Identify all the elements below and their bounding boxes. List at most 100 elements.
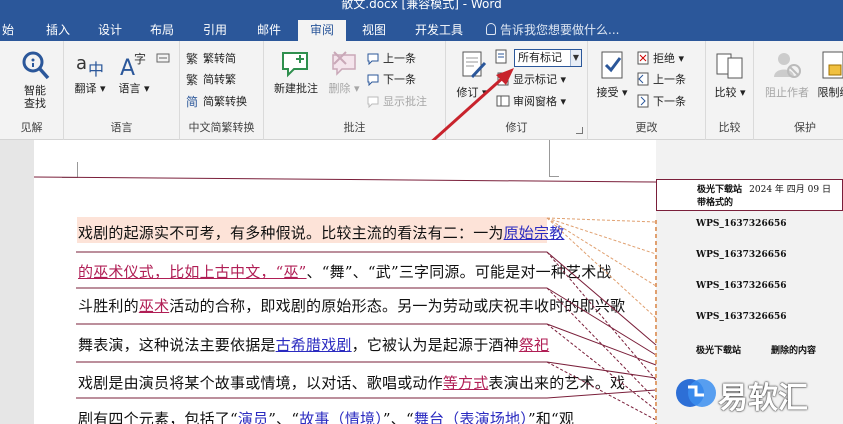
group-language: a中 翻译 ▾ A字 语言 ▾ 语言: [64, 41, 180, 140]
new-comment-label: 新建批注: [274, 82, 318, 95]
restrict-editing-label: 限制编: [817, 86, 843, 99]
word-count-button[interactable]: [156, 51, 173, 67]
smart-lookup-button[interactable]: 智能 查找: [14, 49, 56, 110]
window-title: 散文.docx [兼容模式] - Word: [341, 0, 502, 11]
language-label: 语言: [118, 82, 141, 95]
prev-change-icon: [637, 72, 649, 86]
simp-to-trad-button[interactable]: 繁简转繁: [186, 72, 236, 88]
balloon-author: 极光下载站: [697, 185, 743, 195]
block-authors-button[interactable]: 阻止作者: [760, 49, 814, 99]
tab-mailings[interactable]: 邮件: [248, 20, 290, 41]
keyboard-icon: [156, 53, 170, 63]
svg-text:繁: 繁: [186, 72, 198, 86]
reject-button[interactable]: 拒绝 ▾: [636, 51, 684, 67]
svg-text:中: 中: [88, 60, 104, 79]
revision-balloon[interactable]: WPS_1637326656: [656, 281, 843, 291]
group-chinese-label: 中文简繁转换: [188, 121, 255, 134]
ribbon-tabs: 始 插入 设计 布局 引用 邮件 审阅 视图 开发工具 告诉我您想要做什么...: [0, 20, 843, 41]
group-changes: 接受 ▾ 拒绝 ▾ 上一条 下一条 更改: [588, 41, 706, 140]
group-compare: 比较 ▾ 比较: [706, 41, 754, 140]
balloon-text: 带格式的: [697, 198, 734, 208]
balloon-text: WPS_1637326656: [696, 281, 787, 291]
next-comment-icon: [367, 74, 379, 86]
revision-balloon[interactable]: 极光下载站 删除的内容: [656, 343, 843, 356]
svg-text:a: a: [76, 53, 87, 74]
next-change-label: 下一条: [653, 95, 686, 108]
chevron-down-icon[interactable]: ▼: [570, 50, 581, 66]
tab-view[interactable]: 视图: [352, 20, 396, 41]
convert-button[interactable]: 简简繁转换: [186, 94, 247, 110]
translate-icon: a中: [76, 53, 104, 79]
group-insights-label: 见解: [20, 121, 43, 134]
revision-balloon[interactable]: WPS_1637326656: [656, 219, 843, 229]
svg-text:A: A: [120, 56, 135, 79]
delete-comment-button[interactable]: 删除 ▾: [326, 49, 362, 95]
simp-trad-icon: 繁: [186, 72, 198, 86]
convert-label: 简繁转换: [203, 95, 247, 108]
trad-to-simp-button[interactable]: 繁繁转简: [186, 51, 236, 67]
tell-me-text: 告诉我您想要做什么...: [500, 23, 620, 37]
prev-change-button[interactable]: 上一条: [636, 72, 686, 88]
prev-change-label: 上一条: [653, 73, 686, 86]
smart-lookup-label: 智能 查找: [24, 84, 46, 110]
restrict-editing-button[interactable]: 限制编: [814, 49, 843, 99]
new-comment-icon: [282, 52, 308, 78]
svg-text:繁: 繁: [186, 51, 198, 65]
svg-text:字: 字: [134, 51, 146, 66]
accept-button[interactable]: 接受 ▾: [594, 49, 630, 99]
comment-balloon[interactable]: 极光下载站 2024 年 四月 09 日 带格式的: [656, 179, 843, 211]
new-comment-button[interactable]: 新建批注: [270, 49, 322, 95]
tab-home[interactable]: 始: [0, 20, 20, 41]
convert-icon: 简: [186, 95, 198, 108]
delete-label: 删除: [328, 82, 351, 95]
markup-dropdown-value: 所有标记: [518, 51, 562, 64]
group-language-label: 语言: [110, 121, 133, 134]
accept-label: 接受: [596, 86, 619, 99]
balloon-date: 2024 年 四月 09 日: [749, 185, 831, 195]
translate-button[interactable]: a中 翻译 ▾: [70, 49, 110, 95]
group-changes-label: 更改: [635, 121, 658, 134]
balloon-extra: 删除的内容: [771, 346, 817, 356]
title-bar: 散文.docx [兼容模式] - Word: [0, 0, 843, 20]
group-chinese-conversion: 繁繁转简 繁简转繁 简简繁转换 中文简繁转换: [180, 41, 264, 140]
compare-icon: [716, 53, 743, 79]
tab-design[interactable]: 设计: [88, 20, 132, 41]
balloon-text: WPS_1637326656: [696, 312, 787, 322]
svg-text:简: 简: [186, 95, 198, 108]
brand-logo-icon: [676, 379, 716, 407]
balloon-text: 极光下载站: [696, 346, 742, 356]
tracking-dialog-launcher[interactable]: [576, 127, 583, 134]
group-protect-label: 保护: [794, 121, 816, 134]
compare-button[interactable]: 比较 ▾: [712, 49, 748, 99]
tell-me-box[interactable]: 告诉我您想要做什么...: [486, 20, 619, 41]
lightbulb-icon: [486, 23, 496, 35]
markup-dropdown[interactable]: 所有标记 ▼: [514, 49, 582, 67]
show-comments-icon: [367, 96, 379, 108]
group-compare-label: 比较: [718, 121, 741, 134]
tab-developer[interactable]: 开发工具: [404, 20, 474, 41]
restrict-editing-icon: [822, 51, 843, 79]
tab-insert[interactable]: 插入: [38, 20, 78, 41]
search-icon: [22, 51, 50, 80]
group-protect: 阻止作者 限制编 保护: [754, 41, 843, 140]
translate-label: 翻译: [74, 82, 97, 95]
next-change-button[interactable]: 下一条: [636, 94, 686, 110]
tab-review[interactable]: 审阅: [298, 20, 346, 41]
block-authors-icon: [774, 53, 801, 78]
tab-references[interactable]: 引用: [194, 20, 236, 41]
block-authors-label: 阻止作者: [765, 86, 809, 99]
next-change-icon: [637, 94, 649, 108]
prev-comment-icon: [367, 53, 379, 65]
language-icon: A字: [120, 51, 146, 79]
reject-label: 拒绝: [653, 52, 675, 65]
trad-to-simp-label: 繁转简: [203, 52, 236, 65]
revision-balloon[interactable]: WPS_1637326656: [656, 312, 843, 322]
trad-simp-icon: 繁: [186, 51, 198, 65]
revision-balloon[interactable]: WPS_1637326656: [656, 250, 843, 260]
delete-comment-icon: [332, 51, 356, 76]
ribbon-review: 智能 查找 见解 a中 翻译 ▾ A字 语言 ▾ 语言 繁繁转简 繁简转繁 简简…: [0, 41, 843, 165]
simp-to-trad-label: 简转繁: [203, 73, 236, 86]
tab-layout[interactable]: 布局: [141, 20, 183, 41]
balloon-text: WPS_1637326656: [696, 250, 787, 260]
language-button[interactable]: A字 语言 ▾: [114, 49, 154, 95]
